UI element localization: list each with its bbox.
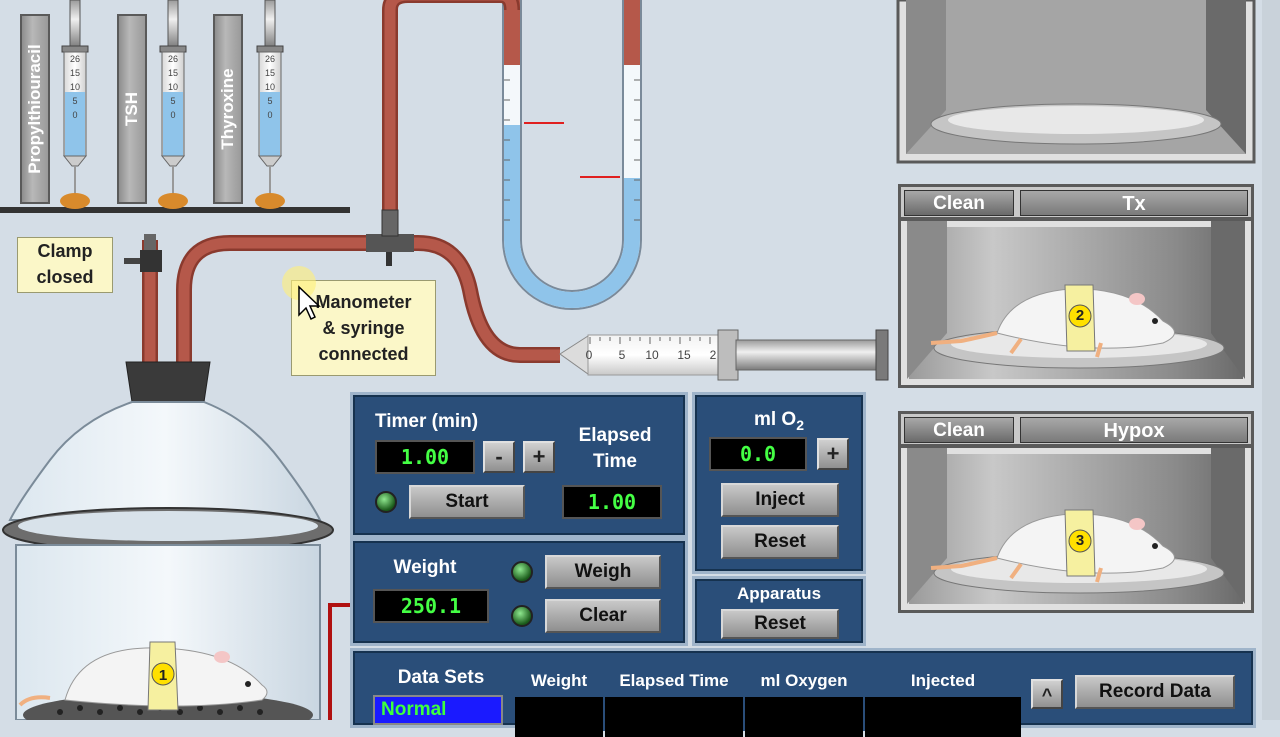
dataset-normal[interactable]: Normal: [373, 695, 503, 725]
oxygen-label: ml O2: [753, 409, 805, 433]
t-connector: [366, 234, 414, 252]
cursor-icon: [298, 285, 321, 321]
cell-injected: [865, 697, 1021, 737]
rat-2-number: 2: [1075, 307, 1085, 324]
timer-panel: Timer (min) 1.00 - + Elapsed Time Start 1…: [350, 392, 688, 538]
chamber-hypox-label: Hypox: [1020, 417, 1248, 443]
manometer: [502, 0, 642, 310]
oxygen-display: 0.0: [709, 437, 807, 471]
column-ml-oxygen: ml Oxygen: [760, 671, 848, 690]
elapsed-time-label: Elapsed Time: [578, 425, 652, 472]
start-button[interactable]: Start: [409, 485, 525, 519]
clear-button[interactable]: Clear: [545, 599, 661, 633]
rat-3-number: 3: [1075, 532, 1085, 549]
rat-1-number: 1: [159, 667, 167, 684]
chamber-hypox[interactable]: 3: [898, 445, 1254, 613]
main-syringe: [559, 329, 889, 381]
column-injected: Injected: [910, 671, 976, 690]
cell-elapsed-time: [605, 697, 743, 737]
weigh-led-icon: [511, 561, 533, 583]
stopper: [125, 361, 211, 403]
timer-minus-button[interactable]: -: [483, 441, 515, 473]
timer-plus-button[interactable]: +: [523, 441, 555, 473]
elapsed-time-display: 1.00: [562, 485, 662, 519]
clamp-tooltip: Clamp closed: [17, 237, 113, 293]
timer-label: Timer (min): [375, 411, 479, 432]
oxygen-plus-button[interactable]: +: [817, 438, 849, 470]
rat-2: [907, 221, 1245, 379]
chamber-tx-label: Tx: [1020, 190, 1248, 216]
svg-text:10: 10: [645, 348, 659, 362]
data-sets-panel: Data Sets Normal Weight Elapsed Time ml …: [350, 648, 1256, 737]
clamp: [124, 234, 162, 272]
svg-text:2: 2: [710, 348, 717, 362]
hormone-tsh[interactable]: TSH: [117, 14, 147, 204]
clean-hypox-button[interactable]: Clean: [904, 417, 1014, 443]
svg-text:5: 5: [619, 348, 626, 362]
record-data-button[interactable]: Record Data: [1075, 675, 1235, 709]
weight-panel: Weight 250.1 Weigh Clear: [350, 538, 688, 646]
chamber-tx[interactable]: 2: [898, 218, 1254, 388]
svg-text:0: 0: [586, 348, 593, 362]
oxygen-reset-button[interactable]: Reset: [721, 525, 839, 559]
oxygen-panel: ml O2 0.0 + Inject Reset: [692, 392, 866, 574]
chamber-hypox-header: Clean Hypox: [898, 411, 1254, 447]
syringe-2-scale: 26 15 10 5 0: [167, 54, 178, 120]
apparatus-reset-button[interactable]: Reset: [721, 609, 839, 639]
clear-led-icon: [511, 605, 533, 627]
timer-led-icon: [375, 491, 397, 513]
inject-button[interactable]: Inject: [721, 483, 839, 517]
apparatus-label: Apparatus: [736, 584, 822, 603]
weight-display: 250.1: [373, 589, 489, 623]
hormone-thyroxine[interactable]: Thyroxine: [213, 14, 243, 204]
cell-weight: [515, 697, 603, 737]
chamber-top: [896, 0, 1256, 164]
weigh-button[interactable]: Weigh: [545, 555, 661, 589]
data-sets-title: Data Sets: [397, 667, 485, 688]
chamber-tx-header: Clean Tx: [898, 184, 1254, 220]
clean-tx-button[interactable]: Clean: [904, 190, 1014, 216]
apparatus-panel: Apparatus Reset: [692, 576, 866, 646]
svg-text:15: 15: [677, 348, 691, 362]
data-table: Weight Elapsed Time ml Oxygen Injected: [515, 661, 1021, 737]
column-elapsed-time: Elapsed Time: [619, 671, 729, 690]
column-weight: Weight: [530, 671, 588, 690]
weight-label: Weight: [393, 557, 457, 578]
manometer-ticks: [504, 79, 640, 221]
hormone-propylthiouracil[interactable]: Propylthiouracil: [20, 14, 50, 204]
syringe-3-scale: 26 15 10 5 0: [264, 54, 275, 120]
scroll-up-button[interactable]: ^: [1031, 679, 1063, 709]
syringe-1-scale: 26 15 10 5 0: [69, 54, 80, 120]
timer-display: 1.00: [375, 440, 475, 474]
cell-ml-oxygen: [745, 697, 863, 737]
rat-3: [907, 448, 1245, 604]
